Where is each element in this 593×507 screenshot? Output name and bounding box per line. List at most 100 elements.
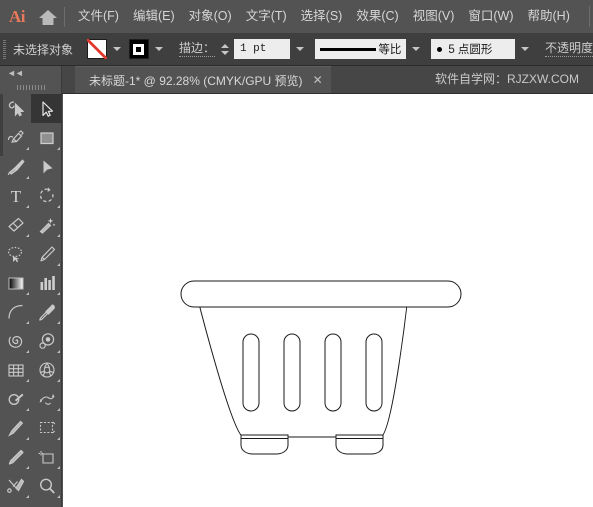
menu-item-edit[interactable]: 编辑(E): [126, 6, 182, 27]
flyout-indicator: [26, 205, 29, 208]
paintbrush-tool[interactable]: [0, 152, 31, 181]
control-bar: 未选择对象 描边： 1 pt 等比 5 点圆形 不透明度: [0, 33, 593, 66]
flyout-indicator: [26, 321, 29, 324]
stroke-swatch[interactable]: [128, 39, 149, 59]
brush-definition-field[interactable]: 5 点圆形: [431, 39, 516, 59]
scissors-tool[interactable]: [0, 471, 31, 500]
menu-item-select[interactable]: 选择(S): [294, 6, 350, 27]
flyout-indicator: [57, 437, 60, 440]
stroke-dropdown-caret[interactable]: [151, 38, 167, 60]
spiral-tool[interactable]: [0, 326, 31, 355]
free-transform-tool[interactable]: [31, 413, 62, 442]
tools-panel-collapse-button[interactable]: ◄◄: [0, 66, 61, 80]
flyout-indicator: [26, 495, 29, 498]
blob-planet-tool[interactable]: [31, 326, 62, 355]
perspective-grid-tool[interactable]: [31, 355, 62, 384]
flyout-indicator: [57, 263, 60, 266]
menu-item-file[interactable]: 文件(F): [71, 6, 126, 27]
stroke-weight-field[interactable]: 1 pt: [233, 39, 290, 59]
flyout-indicator: [26, 176, 29, 179]
pencil-tool[interactable]: [31, 239, 62, 268]
shaper-tool[interactable]: [0, 94, 31, 123]
eraser-tool[interactable]: [0, 210, 31, 239]
menu-item-help[interactable]: 帮助(H): [521, 6, 577, 27]
tools-panel: ◄◄ T: [0, 66, 62, 507]
artboard-tool[interactable]: [31, 442, 62, 471]
rectangle-tool[interactable]: [31, 123, 62, 152]
illustrator-window: Ai 文件(F) 编辑(E) 对象(O) 文字(T) 选择(S) 效果(C) 视…: [0, 0, 593, 507]
magic-wand-tool[interactable]: [31, 210, 62, 239]
column-graph-tool[interactable]: [31, 268, 62, 297]
tools-grid: T: [0, 94, 62, 507]
symbol-sprayer-tool[interactable]: [31, 384, 62, 413]
tools-panel-gripper[interactable]: [0, 80, 61, 94]
type-tool[interactable]: T: [0, 181, 31, 210]
flyout-indicator: [57, 147, 60, 150]
arc-tool[interactable]: [0, 297, 31, 326]
stroke-weight-label[interactable]: 描边：: [178, 41, 215, 57]
stroke-profile-label: 等比: [378, 44, 402, 56]
flyout-indicator: [57, 292, 60, 295]
pen-tool[interactable]: [0, 123, 31, 152]
fill-dropdown-caret[interactable]: [109, 38, 125, 60]
menu-bar: Ai 文件(F) 编辑(E) 对象(O) 文字(T) 选择(S) 效果(C) 视…: [0, 0, 593, 33]
eyedropper-tool[interactable]: [31, 297, 62, 326]
stroke-profile-caret[interactable]: [408, 38, 424, 60]
flyout-indicator: [57, 321, 60, 324]
stroke-weight-stepper[interactable]: [220, 38, 231, 60]
shape-builder-tool[interactable]: [0, 384, 31, 413]
flyout-indicator: [26, 234, 29, 237]
flyout-indicator: [26, 147, 29, 150]
menu-item-window[interactable]: 窗口(W): [461, 6, 520, 27]
flyout-indicator: [26, 292, 29, 295]
menu-item-effect[interactable]: 效果(C): [349, 6, 405, 27]
menu-divider: [64, 6, 65, 27]
flyout-indicator: [26, 350, 29, 353]
document-canvas[interactable]: [63, 94, 593, 507]
stroke-weight-caret[interactable]: [292, 38, 308, 60]
stroke-swatch-group: [128, 38, 171, 60]
print-tiling-tool[interactable]: [0, 500, 31, 507]
rectangular-grid-tool[interactable]: [0, 355, 31, 384]
basket-slot: [242, 333, 260, 412]
double-chevron-left-icon: ◄◄: [7, 68, 24, 78]
laundry-basket-outline[interactable]: [63, 94, 593, 507]
basket-slot: [283, 333, 301, 412]
brush-definition-label: 5 点圆形: [448, 44, 493, 56]
control-bar-gripper[interactable]: [0, 33, 9, 66]
flyout-indicator: [57, 379, 60, 382]
flyout-indicator: [26, 437, 29, 440]
stroke-profile-field[interactable]: 等比: [314, 39, 407, 59]
fill-swatch-group: [86, 38, 129, 60]
fill-swatch[interactable]: [86, 39, 107, 59]
selection-tool[interactable]: [31, 94, 62, 123]
rotate-tool[interactable]: [31, 181, 62, 210]
direct-selection-tool[interactable]: [31, 152, 62, 181]
flyout-indicator: [57, 466, 60, 469]
svg-text:T: T: [10, 187, 21, 206]
flyout-indicator: [57, 408, 60, 411]
scale-transform-tool[interactable]: [31, 500, 62, 507]
selection-status: 未选择对象: [12, 42, 73, 57]
width-tool[interactable]: [0, 413, 31, 442]
lasso-tool[interactable]: [0, 239, 31, 268]
document-tab[interactable]: 未标题-1* @ 92.28% (CMYK/GPU 预览) ✕: [75, 66, 331, 93]
flyout-indicator: [57, 234, 60, 237]
brush-definition-caret[interactable]: [517, 38, 533, 60]
menu-items: 文件(F) 编辑(E) 对象(O) 文字(T) 选择(S) 效果(C) 视图(V…: [71, 6, 577, 27]
flyout-indicator: [57, 205, 60, 208]
basket-slot: [365, 333, 383, 412]
menu-end-divider: [589, 6, 590, 27]
pencil-fill-tool[interactable]: [0, 442, 31, 471]
menu-item-object[interactable]: 对象(O): [182, 6, 239, 27]
brush-preview-dot: [437, 46, 443, 52]
close-icon[interactable]: ✕: [313, 74, 323, 86]
menu-item-type[interactable]: 文字(T): [239, 6, 294, 27]
flyout-indicator: [26, 379, 29, 382]
basket-foot: [335, 434, 384, 455]
zoom-tool[interactable]: [31, 471, 62, 500]
home-icon[interactable]: [34, 0, 62, 33]
opacity-label[interactable]: 不透明度: [544, 41, 593, 57]
menu-item-view[interactable]: 视图(V): [406, 6, 462, 27]
gradient-tool[interactable]: [0, 268, 31, 297]
